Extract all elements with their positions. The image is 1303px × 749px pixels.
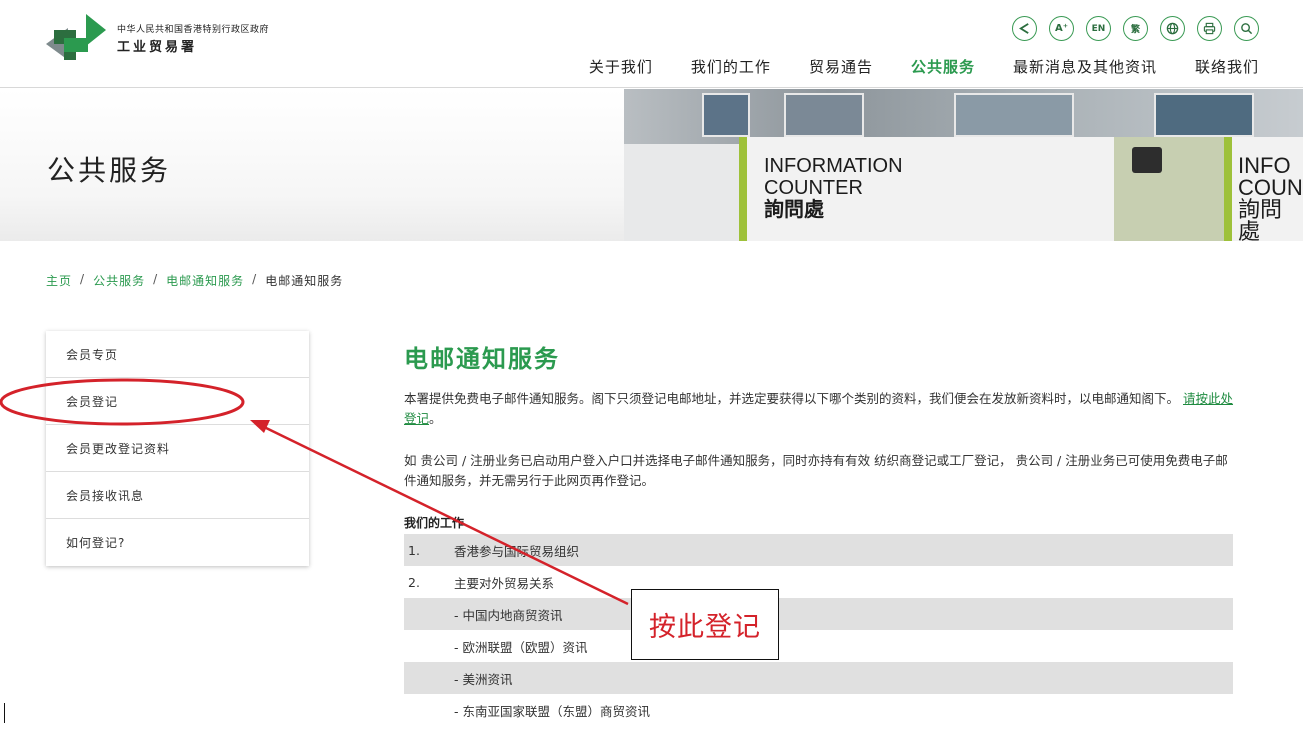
text-cursor bbox=[4, 703, 5, 723]
intro-paragraph: 本署提供免费电子邮件通知服务。阁下只须登记电邮地址，并选定要获得以下哪个类别的资… bbox=[404, 391, 1234, 426]
search-icon[interactable] bbox=[1234, 16, 1259, 41]
logo-subtitle: 中华人民共和国香港特别行政区政府 bbox=[117, 25, 270, 35]
category-list: 1. 香港参与国际贸易组织 2. 主要对外贸易关系 - 中国内地商贸资讯 - 欧洲联… bbox=[404, 534, 1233, 726]
print-icon[interactable] bbox=[1197, 16, 1222, 41]
sidebar-menu: 会员专页 会员登记 会员更改登记资料 会员接收讯息 如何登记? bbox=[46, 331, 309, 566]
nav-news[interactable]: 最新消息及其他资讯 bbox=[1013, 56, 1157, 77]
nav-public-services[interactable]: 公共服务 bbox=[911, 56, 975, 77]
breadcrumb-separator: / bbox=[80, 272, 86, 286]
breadcrumb-current: 电邮通知服务 bbox=[265, 274, 344, 288]
nav-contact-us[interactable]: 联络我们 bbox=[1195, 56, 1259, 77]
notice-paragraph: 如 贵公司 / 注册业务已启动用户登入户口并选择电子邮件通知服务，同时亦持有有效… bbox=[404, 453, 1228, 488]
breadcrumb-home[interactable]: 主页 bbox=[46, 272, 72, 289]
annotation-callout: 按此登记 bbox=[631, 589, 779, 660]
list-item[interactable]: 1. 香港参与国际贸易组织 bbox=[404, 534, 1233, 566]
page-banner: 公共服务 INFORMATION COUNTER 詢問處 INFO COUN 詢… bbox=[0, 89, 1303, 241]
breadcrumb: 主页 / 公共服务 / 电邮通知服务 / 电邮通知服务 bbox=[46, 272, 343, 289]
sidebar-item-receive-messages[interactable]: 会员接收讯息 bbox=[46, 472, 309, 519]
nav-trade-notices[interactable]: 贸易通告 bbox=[809, 56, 873, 77]
list-item[interactable]: - 东南亚国家联盟（东盟）商贸资讯 bbox=[404, 694, 1233, 726]
banner-photo: INFORMATION COUNTER 詢問處 INFO COUN 詢問處 bbox=[624, 89, 1303, 241]
font-size-icon[interactable]: A⁺ bbox=[1049, 16, 1074, 41]
breadcrumb-separator: / bbox=[252, 272, 258, 286]
breadcrumb-public-services[interactable]: 公共服务 bbox=[93, 272, 145, 289]
sidebar-item-member-registration[interactable]: 会员登记 bbox=[46, 378, 309, 425]
nav-our-work[interactable]: 我们的工作 bbox=[691, 56, 771, 77]
list-item[interactable]: - 美洲资讯 bbox=[404, 662, 1233, 694]
main-nav: 关于我们 我们的工作 贸易通告 公共服务 最新消息及其他资讯 联络我们 bbox=[589, 56, 1259, 77]
english-icon[interactable]: EN bbox=[1086, 16, 1111, 41]
nav-about-us[interactable]: 关于我们 bbox=[589, 56, 653, 77]
list-item[interactable]: - 中国内地商贸资讯 bbox=[404, 598, 1233, 630]
logo-title[interactable]: 工业贸易署 bbox=[117, 36, 197, 55]
content-title: 电邮通知服务 bbox=[404, 345, 560, 373]
traditional-chinese-icon[interactable]: 繁 bbox=[1123, 16, 1148, 41]
globe-icon[interactable] bbox=[1160, 16, 1185, 41]
breadcrumb-separator: / bbox=[153, 272, 159, 286]
list-item[interactable]: 2. 主要对外贸易关系 bbox=[404, 566, 1233, 598]
sidebar-item-update-registration[interactable]: 会员更改登记资料 bbox=[46, 425, 309, 472]
page-title: 公共服务 bbox=[47, 154, 172, 187]
breadcrumb-email-service[interactable]: 电邮通知服务 bbox=[166, 272, 244, 289]
list-item[interactable]: - 欧洲联盟（欧盟）资讯 bbox=[404, 630, 1233, 662]
our-work-heading: 我们的工作 bbox=[404, 516, 465, 530]
sidebar-item-how-to-register[interactable]: 如何登记? bbox=[46, 519, 309, 566]
share-icon[interactable] bbox=[1012, 16, 1037, 41]
sidebar-item-member-page[interactable]: 会员专页 bbox=[46, 331, 309, 378]
banner-photo-sign-2: INFO COUN 詢問處 bbox=[1238, 153, 1303, 242]
tid-logo-icon[interactable] bbox=[46, 14, 106, 64]
site-header: 中华人民共和国香港特别行政区政府 工业贸易署 A⁺ EN 繁 关于我们 我们的工… bbox=[0, 0, 1303, 88]
banner-photo-sign: INFORMATION COUNTER 詢問處 bbox=[764, 155, 903, 221]
tool-bar: A⁺ EN 繁 bbox=[1012, 16, 1259, 41]
